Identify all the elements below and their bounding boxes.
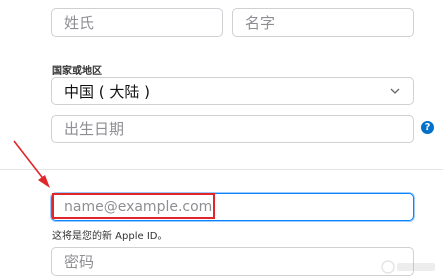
country-value: 中国 ( 大陆 ): [64, 82, 151, 101]
last-name-input[interactable]: [51, 8, 223, 37]
watermark-icon: [381, 260, 435, 274]
first-name-input[interactable]: [232, 8, 414, 37]
apple-id-note: 这将是您的新 Apple ID。: [52, 231, 168, 242]
password-input[interactable]: [51, 247, 414, 276]
apple-id-signup-form: 国家或地区 中国 ( 大陆 ) ? 这将是您的新 Apple ID。: [0, 0, 443, 278]
country-label: 国家或地区: [52, 66, 102, 77]
country-select[interactable]: 中国 ( 大陆 ): [51, 77, 414, 105]
birthdate-input[interactable]: [51, 115, 414, 143]
email-input[interactable]: [51, 193, 414, 221]
question-icon[interactable]: ?: [421, 121, 434, 134]
chevron-down-icon: [390, 88, 400, 94]
section-divider: [0, 169, 443, 170]
